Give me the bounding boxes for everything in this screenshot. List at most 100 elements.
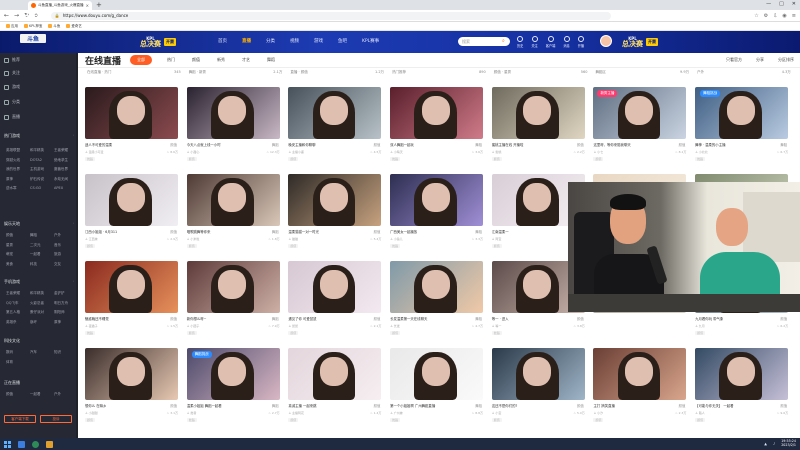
douyu-logo[interactable]: 斗鱼 [20, 34, 46, 43]
stream-card[interactable]: 蜜桃主播在线 开播啦 颜值 ♙ 蜜桃 ♨ 2.2万 颜值 [491, 87, 585, 165]
anchor-name[interactable]: ♙ 小米粒 [187, 237, 200, 241]
anchor-name[interactable]: ♙ 小汐 [593, 411, 603, 415]
stream-tag[interactable]: 颜值 [695, 330, 706, 335]
bookmark-apps[interactable]: 应用 [6, 23, 18, 29]
filter-all[interactable]: 全部 [130, 55, 153, 65]
filter-face[interactable]: 颜值 [192, 57, 200, 63]
stream-title[interactable]: 舞神 · 温柔的小主播 [695, 142, 725, 147]
anchor-name[interactable]: ♙ 等一 [492, 324, 502, 328]
anchor-name[interactable]: ♙ 温柔小可爱 [85, 150, 104, 154]
stream-thumbnail[interactable] [186, 261, 280, 313]
stream-card[interactable]: 主打 搞笑直播 颜值 ♙ 小汐 ♨ 2.3万 颜值 [593, 348, 687, 426]
category-link[interactable]: 体育 [6, 360, 30, 365]
browser-tab[interactable]: 斗鱼直播_斗鱼游戏_火爆直播 × [28, 1, 92, 10]
anchor-name[interactable]: ♙ 主播小鹿 [288, 150, 304, 154]
anchor-name[interactable]: ♙ 蜜桃 [492, 150, 502, 154]
stream-category[interactable]: 颜值 [374, 142, 381, 147]
stream-title[interactable]: 江南温柔一 [492, 229, 509, 234]
stream-card[interactable]: 晚安主播和你聊聊 颜值 ♙ 主播小鹿 ♨ 4.5万 颜值 [288, 87, 382, 165]
sidebar-item-recommend[interactable]: 推荐 [4, 57, 20, 63]
anchor-name[interactable]: ♙ 主播阿花 [288, 411, 304, 415]
category-link[interactable]: 萌宠 [6, 252, 30, 257]
stream-category[interactable]: 颜值 [577, 316, 584, 321]
stream-thumbnail[interactable] [390, 174, 484, 226]
stream-card[interactable]: 【可能与你无关】 一起看 颜值 ♙ 路人 ♨ 9.6万 颜值 [695, 348, 789, 426]
stream-card[interactable]: 温柔猫猫一对一时光 颜值 ♙ 猫猫 ♨ 5.4万 颜值 [288, 174, 382, 252]
stream-tag[interactable]: 舞蹈 [390, 417, 401, 422]
stream-title[interactable]: 晚安主播和你聊聊 [288, 142, 315, 147]
category-link[interactable]: 和平精英 [30, 148, 54, 153]
category-link[interactable]: 逆水寒 [6, 186, 30, 191]
anchor-name[interactable]: ♙ 广州妹 [390, 411, 403, 415]
sidebar-item-game[interactable]: 游戏 [4, 84, 20, 90]
stream-tag[interactable]: 颜值 [85, 243, 96, 248]
nav-live[interactable]: 直播 [242, 38, 251, 44]
stream-category[interactable]: 颜值 [679, 403, 686, 408]
category-link[interactable]: 星秀 [6, 243, 30, 248]
category-link[interactable]: CS:GO [30, 186, 54, 191]
stream-title[interactable]: 温柔猫猫一对一时光 [288, 229, 319, 234]
category-link[interactable]: APEX [54, 186, 78, 191]
back-icon[interactable]: ← [4, 12, 9, 19]
category-link[interactable]: 炉石传说 [30, 177, 54, 182]
follow-button[interactable]: 关注 [531, 36, 538, 48]
stream-category[interactable]: 舞蹈 [272, 229, 279, 234]
stream-category[interactable]: 颜值 [780, 316, 787, 321]
stream-thumbnail[interactable] [390, 87, 484, 139]
windows-start-icon[interactable] [4, 440, 11, 448]
system-clock[interactable]: 19:55:24 2023/2/1 [781, 440, 796, 447]
stream-card[interactable]: 今天八点就上线一小时 舞蹈 ♙ 小甜心 ♨ 12.3万 颜值 [186, 87, 280, 165]
stream-category[interactable]: 舞蹈 [272, 142, 279, 147]
anchor-name[interactable]: ♙ 小北北 [695, 150, 708, 154]
stream-title[interactable]: 魅惑晚还不睡觉 [85, 316, 109, 321]
category-link[interactable]: 汽车 [30, 350, 54, 355]
nav-yuba[interactable]: 鱼吧 [338, 38, 347, 44]
stream-thumbnail[interactable] [288, 261, 382, 313]
anchor-name[interactable]: ♙ 九月 [695, 324, 705, 328]
stream-thumbnail[interactable] [186, 174, 280, 226]
stream-category[interactable]: 舞蹈 [272, 403, 279, 408]
stream-card[interactable]: 广西美女一起播放 舞蹈 ♙ 小鱼儿 ♨ 3.3万 舞蹈 [390, 174, 484, 252]
stream-thumbnail[interactable] [85, 261, 178, 313]
nav-kpl[interactable]: KPL赛事 [362, 38, 379, 44]
stream-card[interactable]: 新秀主播 这里呀，等你来陪我聊天 颜值 ♙ 小七 ♨ 8.1万 颜值 [593, 87, 687, 165]
category-link[interactable]: 知识 [54, 350, 78, 355]
client-button[interactable]: 客户端 [546, 36, 555, 48]
stream-title[interactable]: 温柔小姐姐 舞蹈一起看 [187, 403, 222, 408]
stream-tag[interactable]: 颜值 [288, 243, 299, 248]
category-link[interactable]: 王者荣耀 [54, 148, 78, 153]
stream-card[interactable]: 魅惑晚还不睡觉 颜值 ♙ 夜猫子 ♨ 1.5万 舞蹈 [85, 261, 178, 339]
stream-tag[interactable]: 颜值 [186, 243, 197, 248]
more-link[interactable]: › [73, 221, 74, 225]
more-link[interactable]: › [73, 279, 74, 283]
stream-category[interactable]: 颜值 [780, 403, 787, 408]
client-download-button[interactable]: 客户端下载 [4, 415, 36, 423]
stream-category[interactable]: 颜值 [679, 142, 686, 147]
stream-title[interactable]: 想你么 在嘛乡 [85, 403, 106, 408]
anchor-name[interactable]: ♙ 小甜心 [187, 150, 200, 154]
stream-category[interactable]: 颜值 [170, 229, 177, 234]
stream-tag[interactable]: 颜值 [491, 156, 502, 161]
stream-title[interactable]: 这还不是你们的? [492, 403, 518, 408]
stream-tag[interactable]: 舞蹈 [186, 417, 197, 422]
category-link[interactable]: 交友 [54, 262, 78, 267]
stream-title[interactable]: 双人舞蹈一起玩 [390, 142, 414, 147]
category-link[interactable]: 户外 [54, 392, 78, 397]
stream-category[interactable]: 舞蹈 [475, 142, 482, 147]
nav-home[interactable]: 首页 [218, 38, 227, 44]
stream-card[interactable]: 长发温柔第一天在线聊天 舞蹈 ♙ 长发 ♨ 4.7万 颜值 [390, 261, 484, 339]
stream-category[interactable]: 舞蹈 [475, 229, 482, 234]
stream-thumbnail[interactable] [593, 348, 687, 400]
stream-card[interactable]: 江西小姐姐 · 6月311 颜值 ♙ 江西妹 ♨ 2.9万 颜值 [85, 174, 178, 252]
category-link[interactable]: 和平精英 [30, 291, 54, 296]
stream-card[interactable]: 遇见了你 可爱鼠鼠 颜值 ♙ 鼠鼠 ♨ 2.1万 颜值 [288, 261, 382, 339]
url-input[interactable]: 🔒 https://www.douyu.com/g_dance [50, 11, 611, 20]
stream-category[interactable]: 颜值 [577, 403, 584, 408]
stream-title[interactable]: 等一 · 进入 [492, 316, 509, 321]
download-icon[interactable]: ⇩ [773, 13, 777, 19]
stream-tag[interactable]: 舞蹈 [85, 330, 96, 335]
stream-title[interactable]: 主打 搞笑直播 [593, 403, 614, 408]
stream-tag[interactable]: 颜值 [390, 330, 401, 335]
anchor-name[interactable]: ♙ 舞者 [187, 411, 197, 415]
stream-category[interactable]: 颜值 [577, 142, 584, 147]
